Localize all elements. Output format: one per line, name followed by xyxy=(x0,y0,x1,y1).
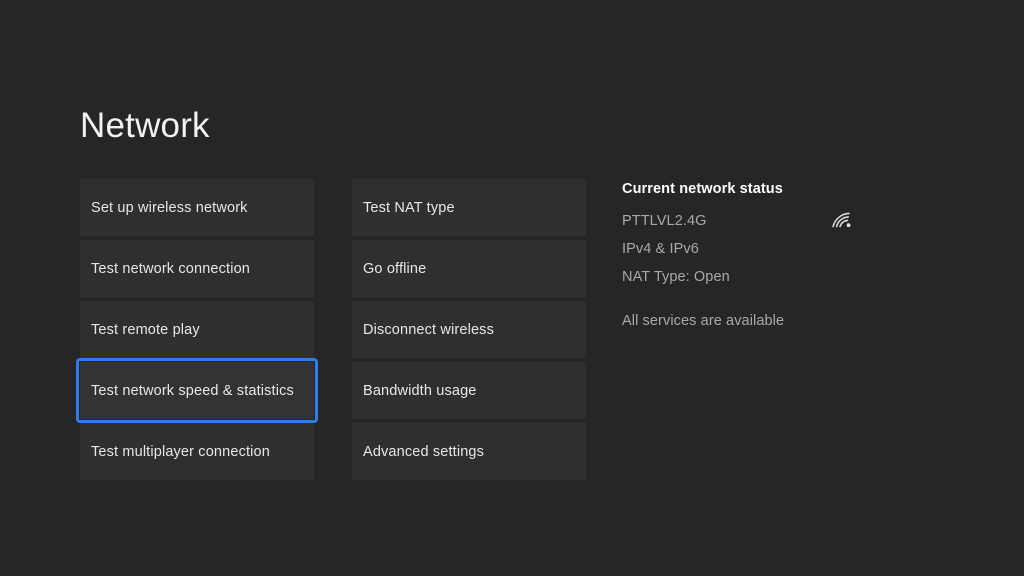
menu-tile-label: Set up wireless network xyxy=(91,199,248,217)
menu-tile-bandwidth-usage[interactable]: Bandwidth usage xyxy=(352,362,586,419)
current-network-status-panel: Current network status PTTLVL2.4G IPv4 &… xyxy=(622,180,882,340)
menu-column-secondary: Test NAT type Go offline Disconnect wire… xyxy=(352,179,586,480)
menu-tile-label: Test network connection xyxy=(91,260,250,278)
status-services-row: All services are available xyxy=(622,312,882,330)
status-network-name: PTTLVL2.4G xyxy=(622,213,707,229)
menu-tile-test-network-speed-and-statistics[interactable]: Test network speed & statistics xyxy=(80,362,314,419)
wifi-icon xyxy=(830,206,860,232)
menu-tile-label: Go offline xyxy=(363,260,426,278)
menu-tile-label: Test network speed & statistics xyxy=(91,382,294,400)
menu-tile-label: Advanced settings xyxy=(363,443,484,461)
status-ip-protocols-row: IPv4 & IPv6 xyxy=(622,240,882,258)
menu-tile-advanced-settings[interactable]: Advanced settings xyxy=(352,423,586,480)
menu-tile-label: Test NAT type xyxy=(363,199,455,217)
settings-screen: Network Set up wireless network Test net… xyxy=(0,0,1024,576)
menu-tile-test-network-connection[interactable]: Test network connection xyxy=(80,240,314,297)
menu-tile-set-up-wireless-network[interactable]: Set up wireless network xyxy=(80,179,314,236)
menu-tile-test-remote-play[interactable]: Test remote play xyxy=(80,301,314,358)
status-panel-heading: Current network status xyxy=(622,180,882,198)
menu-tile-label: Bandwidth usage xyxy=(363,382,477,400)
menu-tile-test-multiplayer-connection[interactable]: Test multiplayer connection xyxy=(80,423,314,480)
menu-tile-go-offline[interactable]: Go offline xyxy=(352,240,586,297)
menu-tile-label: Test remote play xyxy=(91,321,200,339)
menu-tile-disconnect-wireless[interactable]: Disconnect wireless xyxy=(352,301,586,358)
status-nat-type-row: NAT Type: Open xyxy=(622,268,882,286)
menu-tile-label: Test multiplayer connection xyxy=(91,443,270,461)
page-title: Network xyxy=(80,103,210,149)
menu-column-primary: Set up wireless network Test network con… xyxy=(80,179,314,480)
status-network-name-row: PTTLVL2.4G xyxy=(622,212,882,230)
menu-tile-test-nat-type[interactable]: Test NAT type xyxy=(352,179,586,236)
menu-tile-label: Disconnect wireless xyxy=(363,321,494,339)
